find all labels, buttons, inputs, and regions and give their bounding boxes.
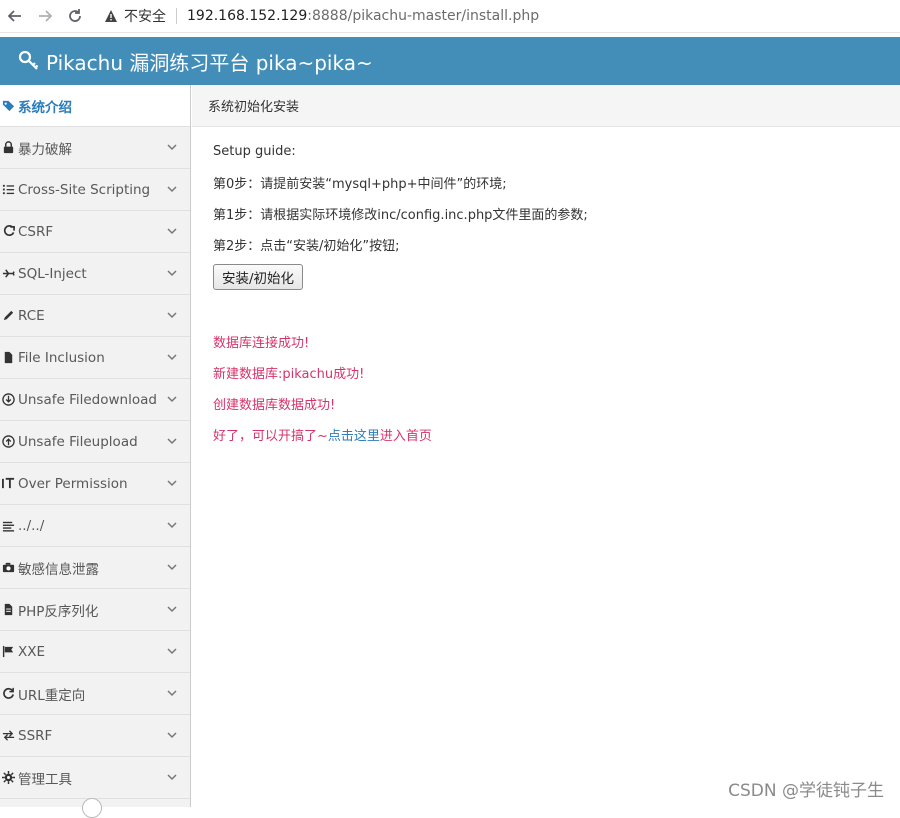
address-bar[interactable]: 不安全 192.168.152.129:8888/pikachu-master/… [104,6,539,26]
sidebar-item-label: 系统介绍 [18,99,72,116]
sidebar-item-label: ../../ [18,517,45,534]
chevron-down-icon[interactable] [166,645,178,657]
flag-icon [0,644,16,660]
lock-icon [0,140,16,156]
chevron-down-icon[interactable] [166,603,178,615]
upload-icon [0,434,16,450]
download-icon [0,392,16,408]
chevron-down-icon[interactable] [166,393,178,405]
chevron-down-icon[interactable] [166,351,178,363]
msg-done-suffix: 进入首页 [379,429,432,444]
chevron-down-icon[interactable] [166,435,178,447]
setup-title: Setup guide: [213,144,296,159]
sidebar-item-label: Over Permission [18,475,128,492]
security-label: 不安全 [124,9,166,25]
app-title[interactable]: Pikachu 漏洞练习平台 pika~pika~ [46,47,373,76]
step-1: 第1步：请根据实际环境修改inc/config.inc.php文件里面的参数; [213,208,588,223]
breadcrumb: 系统初始化安装 [192,85,900,127]
install-button[interactable]: 安装/初始化 [213,264,304,290]
sidebar-item-label: SQL-Inject [18,265,87,282]
chevron-down-icon[interactable] [166,729,178,741]
sidebar-item-label: Unsafe Filedownload [18,391,157,408]
step-2: 第2步：点击“安装/初始化”按钮; [213,239,400,254]
exchange-icon [0,728,16,744]
chevron-down-icon[interactable] [166,687,178,699]
home-link[interactable]: 点击这里 [328,425,380,444]
sidebar-item-11[interactable]: 敏感信息泄露 [0,547,190,589]
sidebar-item-label: Cross-Site Scripting [18,181,151,198]
chevron-down-icon[interactable] [166,477,178,489]
msg-db-create: 新建数据库:pikachu成功! [213,367,365,382]
msg-done: 好了，可以开搞了~ 点击这里 进入首页 [213,419,883,450]
sidebar-item-16[interactable]: 管理工具 [0,757,190,799]
chevron-down-icon[interactable] [166,519,178,531]
sidebar-item-2[interactable]: Cross-Site Scripting [0,169,190,211]
file-icon [0,350,16,366]
sidebar-item-label: 暴力破解 [18,141,72,158]
sidebar-item-14[interactable]: URL重定向 [0,673,190,715]
reload-icon[interactable] [60,1,90,31]
sidebar-item-label: XXE [18,643,46,660]
sidebar-item-label: CSRF [18,223,54,240]
msg-data-create: 创建数据库数据成功! [213,398,336,413]
sidebar-item-label: File Inclusion [18,349,105,366]
text-height-icon [0,476,16,492]
key-icon [18,50,39,70]
sidebar-item-12[interactable]: PHP反序列化 [0,589,190,631]
tags-icon [0,98,16,114]
sidebar-item-9[interactable]: Over Permission [0,463,190,505]
chevron-down-icon[interactable] [166,309,178,321]
security-warning[interactable]: 不安全 [104,6,166,26]
pencil-icon [0,308,16,324]
sidebar: 系统介绍暴力破解 Cross-Site Scripting CSRF SQL-Inje… [0,85,191,818]
sidebar-item-10[interactable]: ../../ [0,505,190,547]
chevron-down-icon[interactable] [166,561,178,573]
sidebar-item-label: RCE [18,307,45,324]
sidebar-item-0[interactable]: 系统介绍 [0,85,190,127]
breadcrumb-current: 系统初始化安装 [208,100,300,115]
refresh-icon [0,686,16,702]
sidebar-item-label: URL重定向 [18,687,86,704]
chevron-down-icon[interactable] [166,183,178,195]
plane-icon [0,266,16,282]
sidebar-item-15[interactable]: SSRF [0,715,190,757]
list-icon [0,182,16,198]
sidebar-item-label: 管理工具 [18,771,72,788]
app-header: Pikachu 漏洞练习平台 pika~pika~ [0,37,900,85]
forward-icon[interactable] [30,1,60,31]
msg-done-prefix: 好了，可以开搞了~ [213,429,328,444]
sidebar-item-label: Unsafe Fileupload [18,433,138,450]
sidebar-item-5[interactable]: RCE [0,295,190,337]
chevron-down-icon[interactable] [166,771,178,783]
main-content: Setup guide: 第0步：请提前安装“mysql+php+中间件”的环境… [213,136,883,450]
camera-icon [0,560,16,576]
cog-icon [0,770,16,786]
sidebar-collapse-button[interactable] [82,798,102,818]
sidebar-item-label: PHP反序列化 [18,603,99,620]
url-divider [176,8,177,24]
back-icon[interactable] [0,1,30,31]
chevron-down-icon[interactable] [166,225,178,237]
msg-db-connect: 数据库连接成功! [213,336,310,351]
file-text-icon [0,602,16,618]
url-host: 192.168.152.129 [187,8,308,24]
sidebar-item-4[interactable]: SQL-Inject [0,253,190,295]
sidebar-item-13[interactable]: XXE [0,631,190,673]
chevron-down-icon[interactable] [166,267,178,279]
sidebar-item-6[interactable]: File Inclusion [0,337,190,379]
warning-icon [105,10,117,22]
align-icon [0,518,16,534]
sidebar-item-7[interactable]: Unsafe Filedownload [0,379,190,421]
chevron-down-icon[interactable] [166,141,178,153]
share-icon [0,224,16,240]
step-0: 第0步：请提前安装“mysql+php+中间件”的环境; [213,177,507,192]
watermark: CSDN @学徒钝子生 [728,781,884,801]
browser-toolbar: 不安全 192.168.152.129:8888/pikachu-master/… [0,0,900,33]
sidebar-item-1[interactable]: 暴力破解 [0,127,190,169]
url-path: :8888/pikachu-master/install.php [307,8,540,24]
sidebar-item-label: 敏感信息泄露 [18,561,99,578]
sidebar-item-8[interactable]: Unsafe Fileupload [0,421,190,463]
sidebar-item-label: SSRF [18,727,53,744]
sidebar-item-3[interactable]: CSRF [0,211,190,253]
